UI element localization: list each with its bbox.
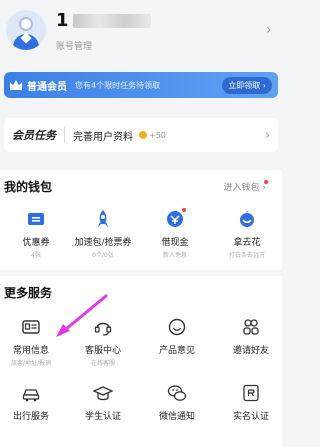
rocket-icon xyxy=(92,208,114,230)
service-item-student[interactable]: 学生认证 xyxy=(68,382,138,422)
service-item-travel[interactable]: 出行服务 xyxy=(0,382,66,422)
ticket-icon xyxy=(25,208,47,230)
service-item-feedback[interactable]: 产品意见 xyxy=(142,316,212,356)
task-name: 完善用户资料 xyxy=(73,131,133,143)
wallet-item-label: 借现金 xyxy=(161,238,189,248)
member-task-logo: 会员任务 xyxy=(12,127,65,143)
wechat-icon xyxy=(166,382,188,404)
task-points: +50 xyxy=(149,130,166,140)
account-manage-link[interactable]: 账号管理 xyxy=(56,39,92,52)
wallet-item-sub: 0个/0张 xyxy=(92,252,114,259)
crown-icon xyxy=(10,80,22,90)
wallet-item-label: 优惠券 xyxy=(22,238,50,248)
wallet-item-cash[interactable]: 借现金 新人免息 xyxy=(140,208,210,259)
service-item-sub: 旅客/地址/报销 xyxy=(10,360,52,367)
username-blurred xyxy=(72,13,151,28)
service-item-label: 客服中心 xyxy=(84,346,121,356)
car-icon xyxy=(20,382,42,404)
notification-dot xyxy=(182,208,186,212)
chevron-right-icon[interactable]: › xyxy=(265,128,270,142)
wallet-item-sub: 新人免息 xyxy=(162,252,187,259)
service-item-label: 学生认证 xyxy=(84,412,121,422)
enter-wallet-link[interactable]: 进入钱包 › xyxy=(224,180,266,193)
wallet-item-speedup[interactable]: 加速包/抢票券 0个/0张 xyxy=(68,208,138,259)
wallet-item-naquhua[interactable]: 拿去花 打白条去远方 xyxy=(212,208,282,259)
coin-icon xyxy=(139,131,147,139)
service-item-label: 微信通知 xyxy=(158,412,195,422)
service-item-wechat[interactable]: 微信通知 xyxy=(142,382,212,422)
profile-header[interactable]: 1 账号管理 › xyxy=(0,0,282,62)
graduation-cap-icon xyxy=(92,382,114,404)
wallet-item-coupon[interactable]: 优惠券 4张 xyxy=(1,208,71,259)
service-item-label: 出行服务 xyxy=(12,412,49,422)
friends-icon xyxy=(240,316,262,338)
wallet-section: 我的钱包 进入钱包 › 优惠券 4张 加速包/抢票券 0个/0张 借现金 新人免… xyxy=(0,170,282,270)
service-item-sub: 在线客服 xyxy=(90,360,115,367)
username: 1 xyxy=(56,10,151,31)
service-item-label: 实名认证 xyxy=(232,412,269,422)
avatar-head xyxy=(19,17,33,31)
wallet-title: 我的钱包 xyxy=(4,180,53,194)
service-item-realname[interactable]: 实名认证 xyxy=(216,382,286,422)
service-item-label: 产品意见 xyxy=(158,346,195,356)
wallet-item-label: 拿去花 xyxy=(233,238,261,248)
id-card-icon xyxy=(20,316,42,338)
member-level: 普通会员 xyxy=(27,81,67,93)
avatar[interactable] xyxy=(6,10,46,50)
smile-icon xyxy=(166,316,188,338)
member-task-card[interactable]: 会员任务 完善用户资料 +50 › xyxy=(4,118,278,152)
wallet-item-sub: 打白条去远方 xyxy=(228,252,265,259)
services-title: 更多服务 xyxy=(4,286,53,300)
annotation-arrow xyxy=(56,294,108,337)
more-services-section: 更多服务 常用信息 旅客/地址/报销 客服中心 在线客服 产品意见 邀请好友 出… xyxy=(0,276,282,447)
cash-icon xyxy=(164,208,186,230)
service-item-label: 常用信息 xyxy=(12,346,49,356)
member-desc: 您有4个限时任务待领取 xyxy=(75,80,161,90)
chevron-right-icon[interactable]: › xyxy=(266,22,272,38)
username-text: 1 xyxy=(56,10,69,31)
realname-icon xyxy=(240,382,262,404)
notification-dot xyxy=(264,180,268,184)
member-banner[interactable]: 普通会员 您有4个限时任务待领取 立即领取 › xyxy=(4,72,278,98)
claim-now-button[interactable]: 立即领取 › xyxy=(222,76,272,94)
service-item-label: 邀请好友 xyxy=(232,346,269,356)
wallet-item-label: 加速包/抢票券 xyxy=(74,238,132,248)
flower-icon xyxy=(236,208,258,230)
service-item-invite[interactable]: 邀请好友 xyxy=(216,316,286,356)
wallet-item-sub: 4张 xyxy=(31,252,41,259)
